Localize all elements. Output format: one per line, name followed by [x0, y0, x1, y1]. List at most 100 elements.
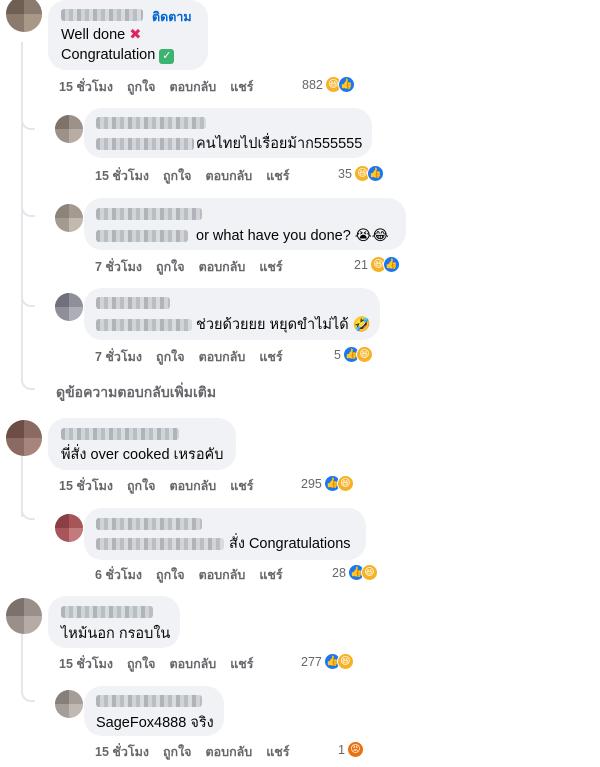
reaction-summary[interactable]: 21 😆 👍 [354, 256, 400, 273]
haha-reaction-icon: 😆 [355, 346, 373, 363]
like-reaction-icon: 👍 [366, 165, 384, 182]
blurred-author-name [96, 695, 202, 707]
like-button[interactable]: ถูกใจ [163, 166, 192, 186]
share-button[interactable]: แชร์ [259, 347, 282, 367]
reaction-count: 277 [301, 654, 322, 669]
reply-button[interactable]: ตอบกลับ [170, 476, 217, 496]
reply-button[interactable]: ตอบกลับ [170, 77, 217, 97]
like-button[interactable]: ถูกใจ [127, 476, 156, 496]
blurred-mention [96, 138, 194, 150]
comment-text: ช่วยด้วยยย หยุดขำไม่ได้ 🤣 [196, 317, 371, 333]
blurred-mention [96, 230, 188, 242]
comment-text: Well done ✖ [61, 27, 142, 43]
timestamp[interactable]: 6 ชั่วโมง [95, 565, 142, 585]
timestamp[interactable]: 15 ชั่วโมง [59, 654, 113, 674]
avatar[interactable] [55, 204, 83, 232]
share-button[interactable]: แชร์ [230, 476, 253, 496]
like-reaction-icon: 👍 [382, 256, 400, 273]
reaction-summary[interactable]: 1 😡 [338, 741, 364, 758]
share-button[interactable]: แชร์ [259, 565, 282, 585]
reaction-summary[interactable]: 35 😆 👍 [338, 165, 384, 182]
timestamp[interactable]: 7 ชั่วโมง [95, 347, 142, 367]
avatar[interactable] [55, 690, 83, 718]
timestamp[interactable]: 15 ชั่วโมง [59, 476, 113, 496]
blurred-mention [96, 538, 224, 550]
comment-text: or what have you done? 😭😂 [196, 228, 389, 244]
like-button[interactable]: ถูกใจ [163, 742, 192, 762]
comment-actions: 7 ชั่วโมง ถูกใจ ตอบกลับ แชร์ [95, 257, 297, 277]
blurred-author-name [96, 117, 206, 129]
cross-mark-icon: ✖ [129, 27, 142, 43]
reaction-summary[interactable]: 5 👍 😆 [334, 346, 373, 363]
share-button[interactable]: แชร์ [230, 77, 253, 97]
reaction-count: 1 [338, 742, 345, 757]
thread-connector [21, 108, 35, 130]
like-button[interactable]: ถูกใจ [156, 257, 185, 277]
reply-button[interactable]: ตอบกลับ [199, 257, 246, 277]
blurred-author-name [96, 518, 202, 530]
reaction-summary[interactable]: 882 😆 👍 [302, 76, 355, 93]
blurred-author-name [96, 208, 202, 220]
timestamp[interactable]: 7 ชั่วโมง [95, 257, 142, 277]
timestamp[interactable]: 15 ชั่วโมง [95, 742, 149, 762]
timestamp[interactable]: 15 ชั่วโมง [95, 166, 149, 186]
reaction-count: 21 [354, 257, 368, 272]
comment-actions: 6 ชั่วโมง ถูกใจ ตอบกลับ แชร์ [95, 565, 297, 585]
haha-reaction-icon: 😆 [336, 475, 354, 492]
comment-actions: 15 ชั่วโมง ถูกใจ ตอบกลับ แชร์ [59, 654, 268, 674]
comment-text: SageFox4888 จริง [96, 715, 214, 731]
avatar[interactable] [6, 0, 42, 32]
blurred-author-name [61, 428, 179, 440]
comment-text: คนไทยไปเรื่อยม้าก555555 [196, 136, 363, 152]
haha-reaction-icon: 😆 [360, 564, 378, 581]
share-button[interactable]: แชร์ [230, 654, 253, 674]
check-mark-icon: ✓ [159, 49, 175, 64]
reaction-count: 882 [302, 77, 323, 92]
comment-actions: 7 ชั่วโมง ถูกใจ ตอบกลับ แชร์ [95, 347, 297, 367]
like-button[interactable]: ถูกใจ [156, 565, 185, 585]
thread-connector [21, 498, 35, 520]
reaction-summary[interactable]: 28 👍 😆 [332, 564, 378, 581]
comment-text: ไหม้นอก กรอบใน [61, 626, 171, 642]
comment-text: พี่สั่ง over cooked เหรอคับ [61, 447, 224, 463]
reaction-summary[interactable]: 295 👍 😆 [301, 475, 354, 492]
see-more-replies-link[interactable]: ดูข้อความตอบกลับเพิ่มเติม [56, 382, 216, 404]
reaction-count: 5 [334, 347, 341, 362]
like-button[interactable]: ถูกใจ [127, 77, 156, 97]
reply-button[interactable]: ตอบกลับ [206, 742, 253, 762]
share-button[interactable]: แชร์ [266, 166, 289, 186]
avatar[interactable] [6, 420, 42, 456]
share-button[interactable]: แชร์ [266, 742, 289, 762]
share-button[interactable]: แชร์ [259, 257, 282, 277]
avatar[interactable] [55, 293, 83, 321]
reply-button[interactable]: ตอบกลับ [170, 654, 217, 674]
thread-connector [21, 680, 35, 702]
timestamp[interactable]: 15 ชั่วโมง [59, 77, 113, 97]
haha-reaction-icon: 😆 [336, 653, 354, 670]
follow-link[interactable]: ติดตาม [152, 7, 192, 27]
blurred-author-name [96, 297, 170, 309]
thread-connector [21, 285, 35, 307]
reply-button[interactable]: ตอบกลับ [199, 565, 246, 585]
blurred-mention [96, 319, 192, 331]
blurred-author-name [61, 9, 143, 21]
comment-actions: 15 ชั่วโมง ถูกใจ ตอบกลับ แชร์ [59, 77, 268, 97]
thread-connector [21, 372, 35, 390]
reply-button[interactable]: ตอบกลับ [206, 166, 253, 186]
reaction-summary[interactable]: 277 👍 😆 [301, 653, 354, 670]
avatar[interactable] [6, 598, 42, 634]
comment-text: สั่ง Congratulations [229, 536, 351, 552]
avatar[interactable] [55, 115, 83, 143]
reaction-count: 295 [301, 476, 322, 491]
reaction-count: 28 [332, 565, 346, 580]
reaction-count: 35 [338, 166, 352, 181]
avatar[interactable] [55, 514, 83, 542]
comment-text: Congratulation ✓ [61, 46, 175, 64]
thread-connector [21, 195, 35, 217]
reply-button[interactable]: ตอบกลับ [199, 347, 246, 367]
like-button[interactable]: ถูกใจ [156, 347, 185, 367]
angry-reaction-icon: 😡 [346, 741, 364, 758]
like-button[interactable]: ถูกใจ [127, 654, 156, 674]
like-reaction-icon: 👍 [337, 76, 355, 93]
blurred-author-name [61, 606, 153, 618]
